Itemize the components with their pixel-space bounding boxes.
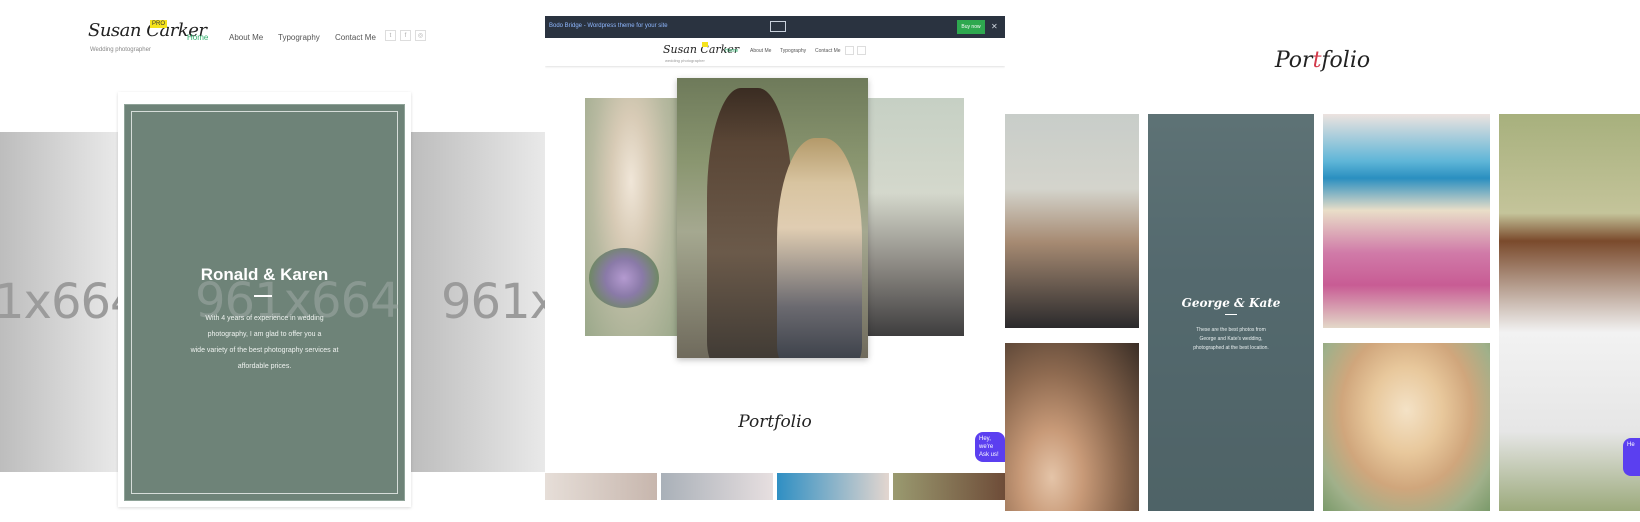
topbar-text[interactable]: Bodo Bridge - Wordpress theme for your s…: [549, 23, 668, 29]
portfolio-item-divider: [1225, 314, 1237, 315]
panel-portfolio-grid: Portfolio George & Kate These are the be…: [1005, 0, 1640, 522]
nav-home[interactable]: Home: [187, 33, 208, 42]
portfolio-heading: Portfolio: [1005, 48, 1640, 73]
chat-widget-button[interactable]: He: [1623, 438, 1640, 476]
logo-badge: PRO: [150, 20, 168, 28]
chat-bubble-line: Ask us!: [979, 452, 999, 458]
portfolio-photo-teen-couple[interactable]: [1005, 114, 1139, 328]
hero-slide: 961x664 Ronald & Karen With 4 years of e…: [124, 104, 405, 501]
hero-title: Ronald & Karen: [200, 265, 329, 284]
nav-contact-me[interactable]: Contact Me: [335, 33, 376, 42]
twitter-icon[interactable]: [845, 46, 854, 55]
placeholder-label: 961x66: [441, 274, 545, 330]
placeholder-slide-left: 1x664: [0, 132, 141, 472]
portfolio-item-description-line: These are the best photos from George an…: [1196, 327, 1266, 342]
hero-description-line: wide variety of the best photography ser…: [190, 347, 339, 370]
instagram-icon[interactable]: ◎: [415, 30, 426, 41]
portfolio-photo-beach-ceremony[interactable]: [1323, 114, 1490, 328]
gallery-photo-bride-bouquet[interactable]: [585, 98, 677, 336]
nav-about-me[interactable]: About Me: [750, 48, 771, 54]
hero-description: With 4 years of experience in wedding ph…: [185, 311, 344, 375]
portfolio-item-george-kate[interactable]: George & Kate These are the best photos …: [1148, 114, 1314, 511]
portfolio-photo-bride-field[interactable]: [1499, 114, 1640, 511]
demo-topbar: Bodo Bridge - Wordpress theme for your s…: [545, 16, 1005, 38]
panel-home-hero: Susan Carker PRO Wedding photographer Ho…: [0, 0, 545, 522]
facebook-icon[interactable]: [857, 46, 866, 55]
device-icon[interactable]: [770, 21, 786, 32]
logo-badge: [702, 42, 708, 47]
twitter-icon[interactable]: t: [385, 30, 396, 41]
buy-now-button[interactable]: Buy now: [957, 20, 985, 34]
portfolio-heading: Portfolio: [738, 412, 812, 432]
bouquet-shape: [589, 248, 659, 308]
hero-divider: [254, 295, 272, 297]
chat-bubble-line: Hey, we're: [979, 436, 994, 450]
site-tagline: Wedding photographer: [90, 47, 151, 53]
chat-widget-button[interactable]: Hey, we're Ask us!: [975, 432, 1005, 462]
site-tagline: wedding photographer: [665, 58, 705, 63]
gallery-photo-motorbike[interactable]: [868, 98, 964, 336]
portfolio-thumb[interactable]: [893, 473, 1005, 500]
portfolio-thumb[interactable]: [661, 473, 773, 500]
portfolio-item-title: George & Kate: [1181, 296, 1281, 310]
nav-contact-me[interactable]: Contact Me: [815, 48, 841, 54]
panel-gallery-slider: Bodo Bridge - Wordpress theme for your s…: [545, 0, 1005, 522]
nav-typography[interactable]: Typography: [780, 48, 806, 54]
heading-part: Por: [1274, 48, 1313, 73]
hero-description-line: With 4 years of experience in wedding ph…: [205, 315, 324, 338]
portfolio-thumb[interactable]: [545, 473, 657, 500]
portfolio-item-description-line: photographed at the best location.: [1193, 345, 1269, 351]
portfolio-item-description: These are the best photos from George an…: [1188, 326, 1274, 353]
portfolio-photo-tea-cup[interactable]: [1005, 343, 1139, 511]
placeholder-slide-right: 961x66: [411, 132, 545, 472]
portfolio-thumb[interactable]: [777, 473, 889, 500]
hero-slide-card[interactable]: 961x664 Ronald & Karen With 4 years of e…: [118, 92, 411, 507]
portfolio-photo-flower-girls[interactable]: [1323, 343, 1490, 511]
figure-woman: [777, 138, 862, 358]
heading-part: folio: [1321, 48, 1371, 73]
nav-about-me[interactable]: About Me: [229, 33, 263, 42]
hover-overlay: [1148, 114, 1314, 511]
gallery-photo-couple-featured[interactable]: [677, 78, 868, 358]
site-header: Susan Carker wedding photographer Home A…: [545, 38, 1005, 66]
close-icon[interactable]: ✕: [991, 22, 998, 31]
nav-typography[interactable]: Typography: [278, 33, 320, 42]
nav-home[interactable]: Home: [725, 48, 738, 54]
facebook-icon[interactable]: f: [400, 30, 411, 41]
